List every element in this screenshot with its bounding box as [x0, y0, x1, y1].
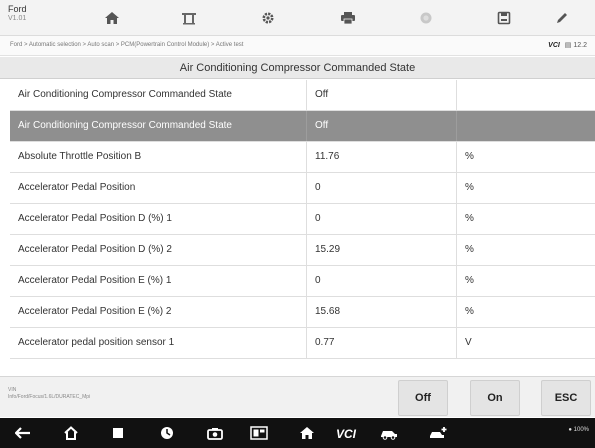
nav-maxisys-home-button[interactable] — [292, 418, 322, 448]
row-unit: % — [465, 182, 474, 193]
maxisys-home-icon — [300, 427, 314, 439]
row-unit: V — [465, 337, 472, 348]
row-name: Accelerator Pedal Position E (%) 2 — [10, 297, 307, 327]
row-name: Accelerator Pedal Position D (%) 1 — [10, 204, 307, 234]
table-row[interactable]: Absolute Throttle Position B 11.76% — [10, 142, 595, 173]
row-unit — [457, 111, 595, 141]
edit-pen-icon — [557, 13, 567, 23]
app-version: V1.01 — [8, 15, 27, 22]
row-value: 15.29 — [307, 235, 457, 265]
row-name: Accelerator Pedal Position — [10, 173, 307, 203]
row-unit: % — [465, 151, 474, 162]
home-outline-icon — [64, 426, 78, 440]
save-button[interactable] — [478, 0, 530, 36]
table-row[interactable]: Accelerator Pedal Position D (%) 1 0% — [10, 204, 595, 235]
settings-button[interactable] — [242, 0, 294, 36]
svg-text:VCI: VCI — [336, 427, 357, 439]
row-value: Off — [307, 111, 457, 141]
breadcrumb: Ford > Automatic selection > Auto scan >… — [10, 42, 244, 48]
row-value: 15.68 — [307, 297, 457, 327]
row-name: Accelerator Pedal Position D (%) 2 — [10, 235, 307, 265]
data-stream-table: Air Conditioning Compressor Commanded St… — [10, 80, 595, 359]
nav-screen-capture-button[interactable] — [244, 418, 274, 448]
battery-text: 100% — [573, 427, 589, 433]
top-toolbar: Ford V1.01 — [0, 0, 595, 36]
page-title: Air Conditioning Compressor Commanded St… — [0, 57, 595, 79]
save-icon — [497, 11, 511, 25]
row-value: 0 — [307, 173, 457, 203]
vehicle-info: VIN Info/Ford/Focus/1.6L/DURATEC_Mpi — [8, 387, 90, 401]
vehicle-lift-button[interactable] — [163, 0, 215, 36]
action-footer: VIN Info/Ford/Focus/1.6L/DURATEC_Mpi Off… — [0, 376, 595, 417]
app-brand: Ford V1.01 — [8, 4, 78, 23]
back-arrow-icon — [15, 427, 30, 439]
edit-button[interactable] — [536, 0, 588, 36]
row-name: Accelerator pedal position sensor 1 — [10, 328, 307, 358]
esc-button[interactable]: ESC — [541, 380, 591, 416]
home-icon — [105, 12, 119, 24]
vci-label: VCI — [548, 42, 560, 49]
print-icon — [341, 12, 355, 25]
vehicle-info-line1: VIN — [8, 387, 17, 393]
breadcrumb-bar: Ford > Automatic selection > Auto scan >… — [0, 36, 595, 56]
table-row[interactable]: Air Conditioning Compressor Commanded St… — [10, 111, 595, 142]
system-status: ● 100% — [568, 427, 589, 433]
vehicle-lift-icon — [182, 13, 196, 25]
vehicle-info-line2: Info/Ford/Focus/1.6L/DURATEC_Mpi — [8, 394, 91, 400]
nav-vehicle-button[interactable] — [374, 418, 404, 448]
vci-signal-icon: ▤ — [564, 42, 572, 49]
row-name: Air Conditioning Compressor Commanded St… — [10, 111, 307, 141]
recent-apps-icon — [113, 428, 123, 438]
nav-back-button[interactable] — [8, 418, 38, 448]
table-row[interactable]: Accelerator Pedal Position 0% — [10, 173, 595, 204]
record-button[interactable] — [400, 0, 452, 36]
table-row[interactable]: Accelerator Pedal Position D (%) 2 15.29% — [10, 235, 595, 266]
vehicle-plus-icon — [430, 427, 447, 438]
row-name: Absolute Throttle Position B — [10, 142, 307, 172]
table-row[interactable]: Accelerator Pedal Position E (%) 2 15.68% — [10, 297, 595, 328]
row-name: Air Conditioning Compressor Commanded St… — [10, 80, 307, 110]
wifi-icon: ● — [568, 427, 572, 433]
row-value: 0.77 — [307, 328, 457, 358]
vci-text: 12.2 — [573, 42, 587, 49]
print-button[interactable] — [322, 0, 374, 36]
row-value: 0 — [307, 204, 457, 234]
vehicle-icon — [381, 430, 397, 440]
table-row[interactable]: Accelerator Pedal Position E (%) 1 0% — [10, 266, 595, 297]
table-row[interactable]: Air Conditioning Compressor Commanded St… — [10, 80, 595, 111]
app-name: Ford — [8, 4, 27, 14]
nav-vci-button[interactable]: VCI — [332, 418, 362, 448]
nav-home-button[interactable] — [56, 418, 86, 448]
on-button[interactable]: On — [470, 380, 520, 416]
browser-icon — [161, 427, 173, 439]
row-name: Accelerator Pedal Position E (%) 1 — [10, 266, 307, 296]
vci-icon: VCI — [336, 427, 357, 439]
row-value: 0 — [307, 266, 457, 296]
vci-status: VCI ▤ 12.2 — [548, 41, 587, 49]
off-button[interactable]: Off — [398, 380, 448, 416]
screen-capture-icon — [250, 426, 268, 440]
settings-gear-icon — [262, 12, 274, 24]
row-value: 11.76 — [307, 142, 457, 172]
row-unit: % — [465, 244, 474, 255]
system-nav-bar: VCI ● 100% — [0, 418, 595, 448]
record-icon — [420, 12, 432, 24]
nav-vehicle-plus-button[interactable] — [424, 418, 454, 448]
row-unit — [457, 80, 595, 110]
table-row[interactable]: Accelerator pedal position sensor 1 0.77 V — [10, 328, 595, 359]
row-value: Off — [307, 80, 457, 110]
row-unit: % — [465, 275, 474, 286]
nav-camera-button[interactable] — [200, 418, 230, 448]
home-button[interactable] — [86, 0, 138, 36]
nav-browser-button[interactable] — [152, 418, 182, 448]
row-unit: % — [465, 213, 474, 224]
nav-recent-button[interactable] — [103, 418, 133, 448]
row-unit: % — [465, 306, 474, 317]
camera-icon — [207, 427, 223, 440]
